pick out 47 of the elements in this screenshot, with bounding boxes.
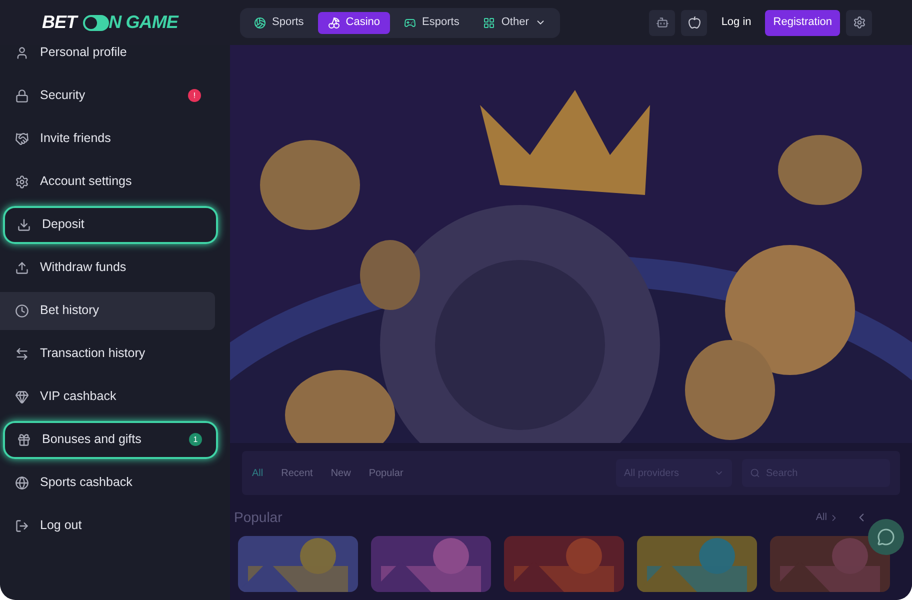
android-app-button[interactable]	[649, 10, 676, 36]
handshake-icon	[15, 132, 29, 146]
robot-icon	[656, 16, 669, 29]
sidebar-item[interactable]: VIP cashback	[0, 378, 215, 416]
gamepad-icon	[404, 16, 416, 28]
nav-tab[interactable]: Other	[473, 12, 556, 34]
gift-icon	[17, 432, 31, 446]
apple-app-button[interactable]	[681, 10, 708, 36]
logout-icon	[15, 518, 29, 532]
sidebar-item[interactable]: Invite friends	[0, 120, 215, 158]
settings-button[interactable]	[846, 10, 872, 36]
login-button[interactable]: Log in	[713, 10, 760, 36]
sidebar-item[interactable]: Account settings	[0, 162, 215, 200]
cherries-icon	[328, 16, 340, 28]
diamond-icon	[15, 390, 29, 404]
lock-icon	[15, 88, 29, 102]
sidebar-item[interactable]: Security !	[0, 76, 215, 114]
logo[interactable]: BET N GAME	[42, 9, 240, 36]
nav-tab[interactable]: Sports	[244, 12, 314, 34]
apple-icon	[688, 16, 701, 29]
download-icon	[17, 218, 31, 232]
clock-icon	[15, 304, 29, 318]
globe-icon	[15, 476, 29, 490]
count-badge: 1	[189, 433, 202, 446]
sidebar-item[interactable]: Bonuses and gifts 1	[3, 420, 218, 458]
grid-icon	[483, 16, 496, 28]
person-icon	[15, 46, 29, 60]
upload-icon	[15, 260, 29, 274]
search-icon	[750, 468, 760, 478]
section-title: Popular	[234, 508, 282, 527]
arrows-icon	[15, 346, 29, 360]
sidebar-item[interactable]: Deposit	[3, 206, 218, 244]
sidebar-item[interactable]: Transaction history	[0, 334, 215, 372]
ball-icon	[254, 16, 266, 28]
sidebar-item[interactable]: Sports cashback	[0, 464, 215, 502]
sidebar-item[interactable]: Personal profile	[0, 34, 215, 72]
sidebar-item[interactable]: Bet history	[0, 292, 215, 330]
chat-icon	[877, 528, 895, 546]
registration-button[interactable]: Registration	[765, 10, 840, 36]
nav-tab[interactable]: Esports	[394, 12, 470, 34]
nav-tab[interactable]: Casino	[318, 12, 390, 34]
sidebar-item[interactable]: Log out	[0, 506, 215, 544]
gears-icon	[15, 174, 29, 188]
settings-icon	[852, 16, 866, 29]
chat-button[interactable]	[868, 519, 904, 555]
count-badge: !	[188, 89, 201, 102]
sidebar-item[interactable]: Withdraw funds	[0, 248, 215, 286]
